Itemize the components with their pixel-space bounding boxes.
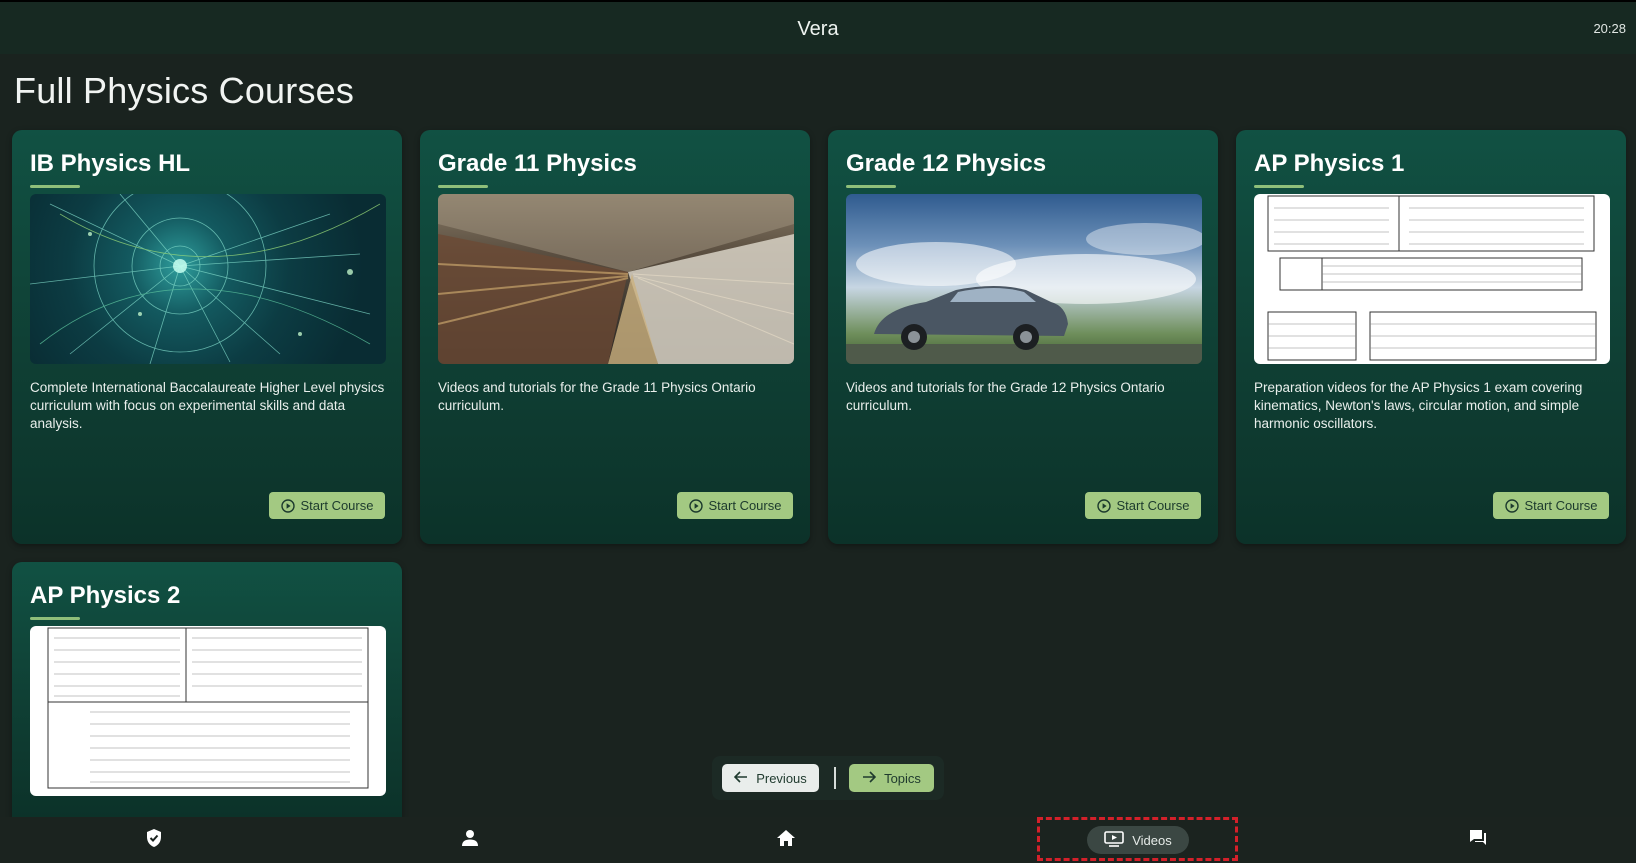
course-card-ib-physics-hl[interactable]: IB Physics HL Complete International Bac…: [12, 130, 402, 544]
videos-highlight-box: [1037, 817, 1238, 861]
divider: [834, 767, 836, 789]
start-course-label: Start Course: [1116, 498, 1190, 513]
clock: 20:28: [1593, 21, 1626, 36]
start-course-button[interactable]: Start Course: [677, 492, 793, 519]
course-card-grade-12-physics[interactable]: Grade 12 Physics Videos and tutorials fo…: [828, 130, 1218, 544]
shield-check-icon: [145, 828, 163, 853]
topics-button[interactable]: Topics: [849, 764, 934, 792]
title-underline: [30, 185, 80, 188]
start-course-label: Start Course: [1524, 498, 1598, 513]
nav-home[interactable]: [756, 817, 816, 863]
course-description: Videos and tutorials for the Grade 11 Ph…: [438, 380, 756, 413]
start-course-button[interactable]: Start Course: [269, 492, 385, 519]
title-underline: [1254, 185, 1304, 188]
course-card-ap-physics-2[interactable]: AP Physics 2: [12, 562, 402, 818]
particle-collision-image: [30, 194, 386, 364]
start-course-label: Start Course: [708, 498, 782, 513]
previous-button[interactable]: Previous: [722, 764, 819, 792]
course-title: IB Physics HL: [30, 150, 191, 177]
bottom-navigation: Videos: [0, 817, 1636, 863]
title-underline: [846, 185, 896, 188]
course-title: AP Physics 1: [1254, 150, 1405, 177]
course-title: AP Physics 2: [30, 582, 181, 609]
pagination-bar: Previous Topics: [712, 756, 944, 800]
nav-profile[interactable]: [440, 817, 500, 863]
title-underline: [30, 617, 80, 620]
physics-constants-table-image: [30, 626, 386, 796]
start-course-label: Start Course: [300, 498, 374, 513]
chat-icon: [1468, 829, 1488, 852]
start-course-button[interactable]: Start Course: [1085, 492, 1201, 519]
play-circle-icon: [688, 498, 703, 513]
top-bar: Vera 20:28: [0, 0, 1636, 54]
home-icon: [776, 829, 796, 852]
nav-security[interactable]: [124, 817, 184, 863]
play-circle-icon: [1504, 498, 1519, 513]
course-card-ap-physics-1[interactable]: AP Physics 1 Preparation videos for the …: [1236, 130, 1626, 544]
page-title: Full Physics Courses: [14, 70, 355, 111]
person-icon: [461, 829, 479, 852]
course-description: Complete International Baccalaureate Hig…: [30, 380, 385, 431]
play-circle-icon: [1096, 498, 1111, 513]
play-circle-icon: [280, 498, 295, 513]
title-underline: [438, 185, 488, 188]
nav-chat[interactable]: [1448, 817, 1508, 863]
arrow-right-icon: [862, 770, 877, 786]
course-description: Preparation videos for the AP Physics 1 …: [1254, 380, 1583, 431]
app-title: Vera: [797, 18, 839, 40]
moving-car-image: [846, 194, 1202, 364]
course-title: Grade 11 Physics: [438, 150, 637, 177]
course-title: Grade 12 Physics: [846, 150, 1047, 177]
arrow-left-icon: [734, 770, 748, 786]
topics-label: Topics: [884, 770, 921, 786]
particle-accelerator-tunnel-image: [438, 194, 794, 364]
physics-constants-table-image: [1254, 194, 1610, 364]
previous-label: Previous: [756, 770, 807, 786]
course-description: Videos and tutorials for the Grade 12 Ph…: [846, 380, 1165, 413]
course-card-grade-11-physics[interactable]: Grade 11 Physics Videos and tutorials fo…: [420, 130, 810, 544]
start-course-button[interactable]: Start Course: [1493, 492, 1609, 519]
